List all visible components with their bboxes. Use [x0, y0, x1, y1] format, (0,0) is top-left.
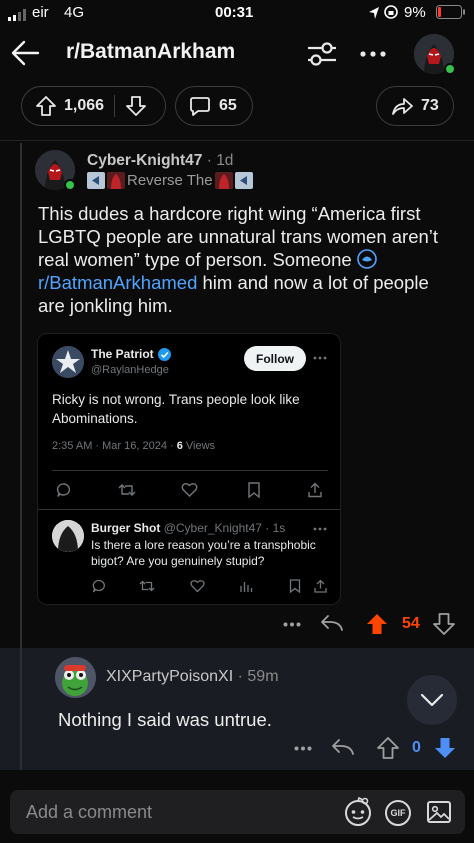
battery-icon	[436, 5, 465, 19]
clock: 00:31	[215, 4, 254, 21]
snoo-avatar-icon[interactable]	[342, 796, 374, 828]
comment-score: 54	[402, 615, 420, 632]
tweet-author-name-row: The Patriot	[91, 347, 171, 361]
upvote-icon[interactable]	[376, 736, 400, 760]
vote-divider	[114, 95, 116, 117]
tweet-text: Ricky is not wrong. Trans people look li…	[52, 392, 300, 426]
carrier-label: eir	[32, 4, 49, 21]
signal-icon	[8, 9, 26, 21]
thread-line-reply	[20, 648, 22, 770]
reply-meta: XIXPartyPoisonXI · 59m	[106, 668, 279, 685]
reply-author-avatar[interactable]	[55, 657, 96, 698]
comment-body-text: This dudes a hardcore right wing “Americ…	[38, 203, 439, 270]
reply-share-icon[interactable]	[314, 579, 327, 593]
flair-left-arrow-icon	[234, 171, 253, 189]
filter-icon[interactable]	[306, 41, 338, 67]
tweet-timestamp: 2:35 AM · Mar 16, 2024 ·	[52, 440, 177, 452]
share-button[interactable]: 73	[376, 86, 454, 126]
downvote-icon[interactable]	[125, 95, 147, 117]
reply-handle-time: @Cyber_Knight47 · 1s	[163, 521, 286, 535]
image-upload-icon[interactable]	[426, 799, 452, 825]
online-status-dot	[444, 63, 456, 75]
hooded-figure-avatar-icon	[52, 520, 84, 552]
embedded-tweet-image[interactable]: The Patriot @RaylanHedge Follow Ricky is…	[37, 333, 341, 605]
tweet-views-label: Views	[182, 440, 216, 452]
reply-reply-icon[interactable]	[92, 579, 106, 593]
reply-analytics-icon[interactable]	[239, 579, 253, 593]
network-label: 4G	[64, 4, 85, 21]
tweet-share-icon[interactable]	[308, 482, 322, 498]
back-arrow-icon[interactable]	[10, 38, 42, 68]
downvote-active-icon[interactable]	[433, 736, 457, 760]
reply-author-avatar	[52, 520, 84, 552]
flair-text: Reverse The	[127, 171, 213, 189]
tweet-meta: 2:35 AM · Mar 16, 2024 · 6 Views	[52, 440, 215, 452]
status-bar: eir 4G 00:31 9%	[0, 0, 474, 26]
comment-more-icon[interactable]	[283, 622, 301, 627]
chevron-down-icon	[420, 693, 444, 707]
reply-retweet-icon[interactable]	[139, 579, 155, 593]
subreddit-title[interactable]: r/BatmanArkham	[66, 40, 235, 64]
share-arrow-icon	[392, 98, 413, 115]
tweet-reply-icon[interactable]	[56, 482, 72, 498]
flair-left-arrow-icon	[87, 171, 105, 189]
reply-like-icon[interactable]	[190, 579, 205, 593]
reply-author-name: Burger Shot	[91, 521, 161, 535]
thread-line	[20, 143, 22, 648]
tweet-author-handle: @RaylanHedge	[91, 364, 169, 376]
tweet-divider	[38, 509, 340, 510]
user-flair: Reverse The	[87, 171, 253, 189]
upvote-active-icon[interactable]	[365, 612, 389, 636]
subreddit-link-icon	[356, 249, 377, 269]
tweet-author-name: The Patriot	[91, 347, 154, 361]
kermit-avatar-icon	[55, 657, 96, 698]
reply-more-icon[interactable]	[313, 527, 327, 531]
online-status-dot	[64, 179, 76, 191]
comment-placeholder: Add a comment	[26, 802, 153, 822]
share-count: 73	[421, 97, 439, 114]
flair-red-hood-icon	[214, 171, 233, 189]
reply-score: 0	[412, 739, 421, 756]
comments-button[interactable]: 65	[175, 86, 253, 126]
comment-age: 1d	[216, 152, 234, 169]
rotation-lock-icon	[384, 5, 398, 19]
upvote-icon[interactable]	[35, 95, 57, 117]
verified-badge-icon	[157, 347, 171, 361]
section-divider	[0, 140, 474, 141]
more-options-icon[interactable]	[360, 50, 386, 58]
comment-body: This dudes a hardcore right wing “Americ…	[38, 202, 448, 317]
reply-age: 59m	[247, 668, 279, 685]
comment-author[interactable]: Cyber-Knight47	[87, 152, 202, 169]
tweet-bookmark-icon[interactable]	[247, 482, 261, 498]
reply-header: Burger Shot @Cyber_Knight47 · 1s	[91, 521, 285, 535]
reply-more-icon[interactable]	[294, 746, 312, 751]
battery-label: 9%	[404, 4, 426, 21]
comment-count: 65	[219, 97, 237, 114]
reply-body: Nothing I said was untrue.	[58, 709, 272, 730]
tweet-author-avatar	[52, 346, 84, 378]
star-avatar-icon	[52, 346, 84, 378]
reply-text: Is there a lore reason you’re a transpho…	[91, 538, 316, 568]
tweet-like-icon[interactable]	[181, 482, 198, 498]
location-icon	[369, 7, 379, 19]
gif-button[interactable]: GIF	[385, 800, 411, 826]
reply-arrow-icon[interactable]	[320, 613, 344, 633]
follow-button[interactable]: Follow	[244, 346, 306, 371]
reply-bookmark-icon[interactable]	[289, 579, 301, 593]
downvote-icon[interactable]	[432, 612, 456, 636]
flair-red-hood-icon	[107, 171, 125, 189]
reply-author[interactable]: XIXPartyPoisonXI	[106, 668, 233, 685]
comment-meta: Cyber-Knight47 · 1d	[87, 152, 234, 169]
reply-arrow-icon[interactable]	[331, 737, 355, 757]
comment-bubble-icon	[190, 97, 210, 116]
vote-pill: 1,066	[21, 86, 166, 126]
tweet-retweet-icon[interactable]	[118, 482, 136, 498]
tweet-divider	[52, 470, 328, 471]
collapse-button[interactable]	[407, 675, 457, 725]
tweet-more-icon[interactable]	[313, 356, 327, 360]
upvote-count: 1,066	[64, 97, 105, 114]
subreddit-link[interactable]: r/BatmanArkhamed	[38, 272, 197, 293]
